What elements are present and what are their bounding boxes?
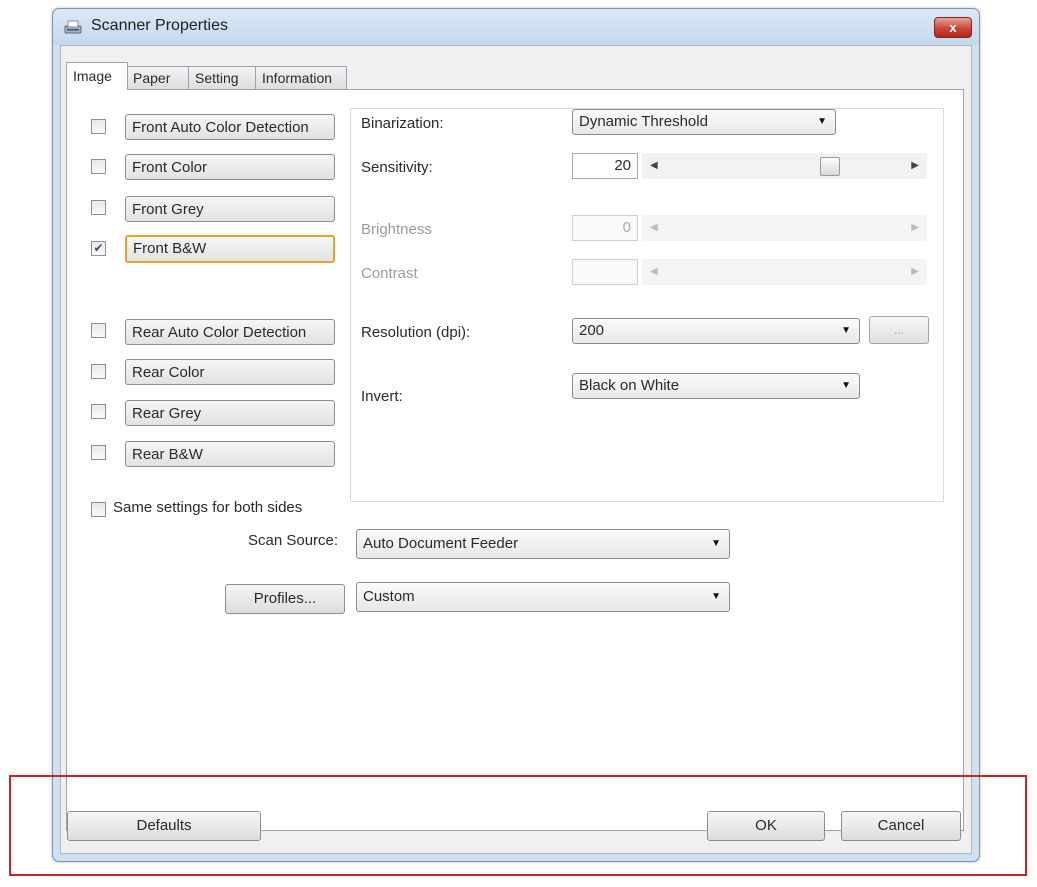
- scan-source-select[interactable]: Auto Document Feeder ▼: [356, 529, 730, 559]
- tab-paper[interactable]: Paper: [126, 66, 190, 89]
- resolution-more-button[interactable]: ...: [869, 316, 929, 344]
- brightness-input[interactable]: 0: [572, 215, 638, 241]
- slider-thumb[interactable]: [820, 157, 840, 176]
- front-bw-checkbox[interactable]: ✔: [91, 241, 106, 256]
- chevron-down-icon: ▼: [841, 380, 851, 391]
- scanner-app-icon: [64, 20, 82, 34]
- scan-source-value: Auto Document Feeder: [363, 535, 519, 552]
- tab-information[interactable]: Information: [255, 66, 347, 89]
- front-auto-color-button[interactable]: Front Auto Color Detection: [125, 114, 335, 140]
- rear-grey-button[interactable]: Rear Grey: [125, 400, 335, 426]
- invert-label: Invert:: [361, 388, 403, 405]
- scan-source-label: Scan Source:: [248, 532, 339, 549]
- same-settings-checkbox[interactable]: [91, 502, 106, 517]
- close-button[interactable]: x: [934, 17, 972, 38]
- dialog-client-area: Image Paper Setting Information Front Au…: [60, 45, 972, 854]
- rear-bw-checkbox[interactable]: [91, 445, 106, 460]
- slider-right-arrow-icon[interactable]: ▶: [911, 259, 919, 285]
- binarization-value: Dynamic Threshold: [579, 113, 708, 130]
- front-color-checkbox[interactable]: [91, 159, 106, 174]
- title-bar[interactable]: Scanner Properties x: [53, 9, 979, 45]
- rear-grey-checkbox[interactable]: [91, 404, 106, 419]
- chevron-down-icon: ▼: [841, 325, 851, 336]
- front-color-button[interactable]: Front Color: [125, 154, 335, 180]
- invert-value: Black on White: [579, 377, 680, 394]
- front-grey-button[interactable]: Front Grey: [125, 196, 335, 222]
- slider-left-arrow-icon[interactable]: ◀: [650, 153, 658, 179]
- image-tab-panel: Front Auto Color Detection Front Color F…: [66, 89, 964, 831]
- tab-setting[interactable]: Setting: [188, 66, 257, 89]
- window-title: Scanner Properties: [91, 17, 228, 34]
- highlight-box: [9, 775, 1027, 876]
- same-settings-label: Same settings for both sides: [113, 499, 303, 516]
- chevron-down-icon: ▼: [711, 591, 721, 602]
- sensitivity-label: Sensitivity:: [361, 159, 433, 176]
- rear-color-button[interactable]: Rear Color: [125, 359, 335, 385]
- profiles-value: Custom: [363, 588, 415, 605]
- slider-right-arrow-icon[interactable]: ▶: [911, 215, 919, 241]
- front-grey-checkbox[interactable]: [91, 200, 106, 215]
- profiles-select[interactable]: Custom ▼: [356, 582, 730, 612]
- slider-right-arrow-icon[interactable]: ▶: [911, 153, 919, 179]
- invert-select[interactable]: Black on White ▼: [572, 373, 860, 399]
- checkmark-icon: ✔: [93, 241, 104, 255]
- slider-left-arrow-icon[interactable]: ◀: [650, 215, 658, 241]
- brightness-label: Brightness: [361, 221, 432, 238]
- rear-color-checkbox[interactable]: [91, 364, 106, 379]
- chevron-down-icon: ▼: [711, 538, 721, 549]
- profiles-button[interactable]: Profiles...: [225, 584, 345, 614]
- contrast-label: Contrast: [361, 265, 418, 282]
- close-icon: x: [949, 20, 957, 35]
- tab-image[interactable]: Image: [66, 62, 128, 90]
- slider-left-arrow-icon[interactable]: ◀: [650, 259, 658, 285]
- contrast-slider[interactable]: ◀ ▶: [642, 259, 927, 285]
- resolution-value: 200: [579, 322, 605, 339]
- sensitivity-input[interactable]: 20: [572, 153, 638, 179]
- brightness-slider[interactable]: ◀ ▶: [642, 215, 927, 241]
- chevron-down-icon: ▼: [817, 116, 827, 127]
- scanner-properties-dialog: Scanner Properties x Image Paper Setting…: [52, 8, 980, 862]
- rear-bw-button[interactable]: Rear B&W: [125, 441, 335, 467]
- contrast-input[interactable]: [572, 259, 638, 285]
- rear-auto-color-button[interactable]: Rear Auto Color Detection: [125, 319, 335, 345]
- binarization-label: Binarization:: [361, 115, 444, 132]
- sensitivity-slider[interactable]: ◀ ▶: [642, 153, 927, 179]
- resolution-label: Resolution (dpi):: [361, 324, 471, 341]
- front-bw-button[interactable]: Front B&W: [125, 235, 335, 263]
- front-auto-color-checkbox[interactable]: [91, 119, 106, 134]
- resolution-select[interactable]: 200 ▼: [572, 318, 860, 344]
- rear-auto-color-checkbox[interactable]: [91, 323, 106, 338]
- image-settings-group: Binarization: Dynamic Threshold ▼ Sensit…: [350, 108, 944, 502]
- binarization-select[interactable]: Dynamic Threshold ▼: [572, 109, 836, 135]
